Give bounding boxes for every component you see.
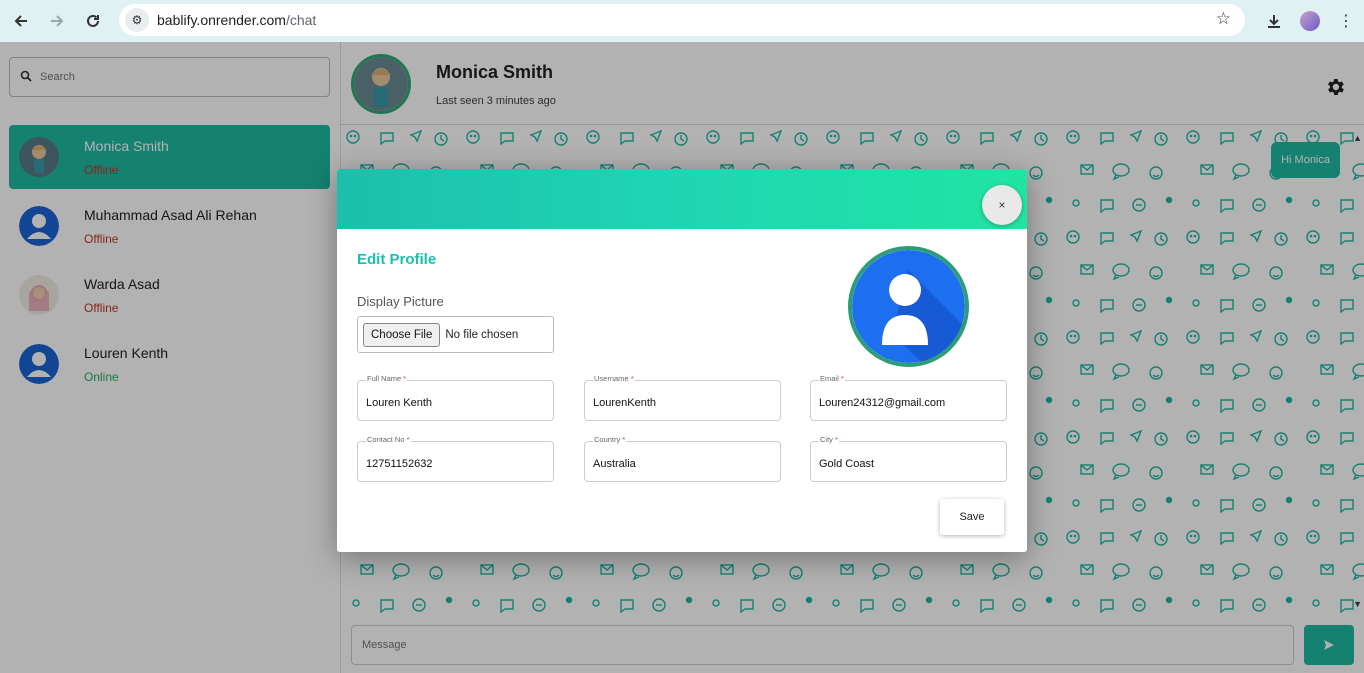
username-field[interactable]: Username * LourenKenth (584, 374, 781, 421)
bookmark-star-icon[interactable]: ☆ (1216, 9, 1231, 29)
profile-picture (848, 246, 969, 367)
field-label: City * (819, 435, 839, 444)
menu-kebab-icon[interactable]: ⋮ (1328, 3, 1364, 39)
back-icon[interactable] (3, 3, 39, 39)
modal-header (337, 169, 1027, 229)
contact-no-value: 12751152632 (366, 458, 433, 470)
browser-toolbar: ⚙ bablify.onrender.com/chat ☆ ⋮ (0, 0, 1364, 42)
site-settings-icon[interactable]: ⚙ (125, 8, 149, 32)
country-field[interactable]: Country * Australia (584, 435, 781, 482)
file-status-text: No file chosen (445, 328, 519, 341)
field-label: Username * (593, 374, 635, 383)
url-text: bablify.onrender.com/chat (157, 12, 317, 28)
modal-title: Edit Profile (357, 251, 437, 268)
contact-no-field[interactable]: Contact No * 12751152632 (357, 435, 554, 482)
file-input[interactable]: Choose File No file chosen (357, 316, 554, 353)
address-bar[interactable]: ⚙ bablify.onrender.com/chat ☆ (119, 4, 1245, 36)
choose-file-button[interactable]: Choose File (363, 322, 441, 347)
full-name-field[interactable]: Full Name * Louren Kenth (357, 374, 554, 421)
field-label: Email * (819, 374, 845, 383)
profile-avatar-icon[interactable] (1292, 3, 1328, 39)
edit-profile-modal: × Edit Profile Display Picture Choose Fi… (337, 169, 1027, 552)
field-label: Full Name * (366, 374, 408, 383)
full-name-value: Louren Kenth (366, 397, 433, 409)
field-label: Country * (593, 435, 627, 444)
email-field[interactable]: Email * Louren24312@gmail.com (810, 374, 1007, 421)
email-value: Louren24312@gmail.com (819, 397, 946, 409)
city-value: Gold Coast (819, 458, 875, 470)
city-field[interactable]: City * Gold Coast (810, 435, 1007, 482)
download-icon[interactable] (1256, 3, 1292, 39)
username-value: LourenKenth (593, 397, 656, 409)
reload-icon[interactable] (75, 3, 111, 39)
close-button[interactable]: × (982, 185, 1022, 225)
forward-icon[interactable] (39, 3, 75, 39)
country-value: Australia (593, 458, 636, 470)
display-picture-label: Display Picture (357, 294, 444, 309)
save-button[interactable]: Save (940, 499, 1004, 535)
field-label: Contact No * (366, 435, 411, 444)
